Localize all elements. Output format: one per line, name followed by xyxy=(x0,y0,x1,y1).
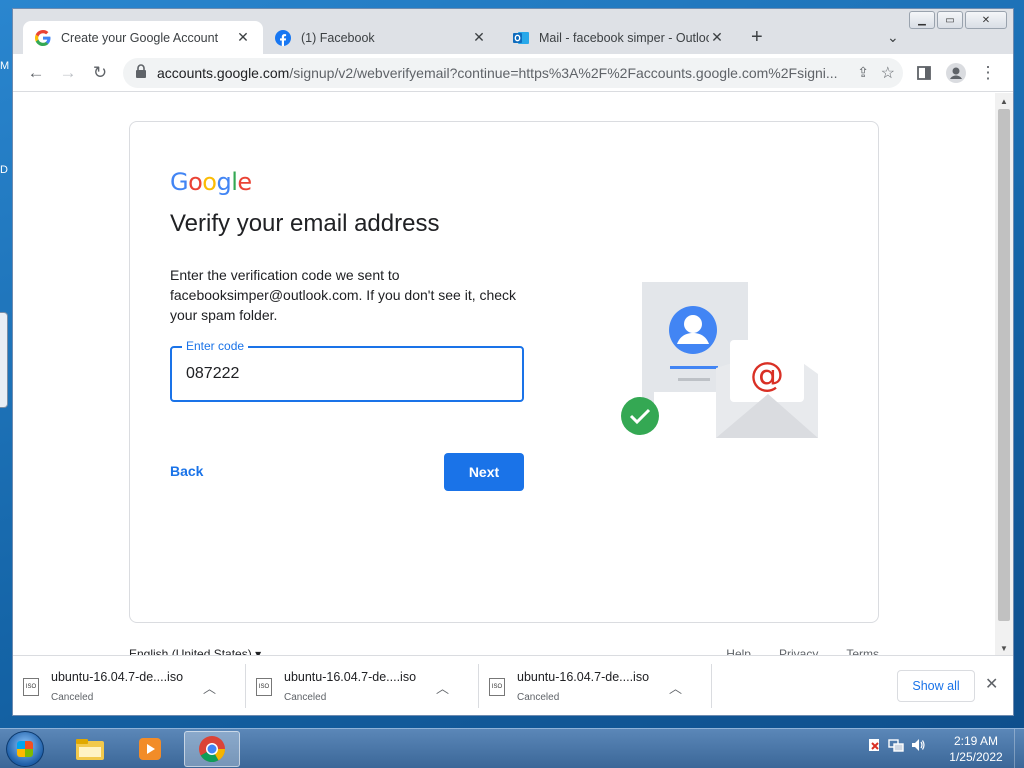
logo-letter: e xyxy=(237,168,252,196)
close-icon[interactable]: ✕ xyxy=(985,674,998,694)
desktop-icon-label-fragment: M xyxy=(0,60,10,72)
email-verification-illustration: @ xyxy=(586,282,826,457)
logo-letter: o xyxy=(202,168,217,196)
download-item[interactable]: ISO ubuntu-16.04.7-de....iso Canceled ︿ xyxy=(479,664,712,708)
privacy-link[interactable]: Privacy xyxy=(779,647,818,655)
instruction-text: Enter the verification code we sent to f… xyxy=(170,267,517,323)
logo-letter: g xyxy=(216,168,232,196)
tab-facebook[interactable]: (1) Facebook ✕ xyxy=(263,21,499,54)
help-link[interactable]: Help xyxy=(726,647,751,655)
download-status: Canceled xyxy=(51,692,94,703)
download-status: Canceled xyxy=(517,692,560,703)
scrollbar-thumb[interactable] xyxy=(998,109,1010,621)
star-icon[interactable]: ☆ xyxy=(881,63,895,83)
tab-title: Mail - facebook simper - Outlook xyxy=(539,30,709,45)
terms-link[interactable]: Terms xyxy=(846,647,879,655)
back-arrow-icon[interactable]: ← xyxy=(25,62,47,84)
network-icon[interactable] xyxy=(888,737,904,753)
download-status: Canceled xyxy=(284,692,327,703)
windows-taskbar: 2:19 AM 1/25/2022 xyxy=(0,728,1024,768)
back-button[interactable]: Back xyxy=(170,463,203,479)
show-desktop-button[interactable] xyxy=(1014,729,1024,768)
close-icon[interactable]: ✕ xyxy=(471,29,487,46)
page-scrollbar[interactable]: ▲ ▼ xyxy=(995,93,1013,655)
tab-strip: Create your Google Account ✕ (1) Faceboo… xyxy=(13,9,1013,54)
taskbar-clock[interactable]: 2:19 AM 1/25/2022 xyxy=(938,733,1014,765)
outlook-icon xyxy=(513,30,529,46)
share-icon[interactable]: ⇪ xyxy=(857,64,869,81)
more-menu-icon[interactable]: ⋮ xyxy=(977,62,999,84)
clock-time: 2:19 AM xyxy=(953,734,999,748)
profile-icon[interactable] xyxy=(945,62,967,84)
tab-title: Create your Google Account xyxy=(61,30,219,45)
window-controls: ▁ ▭ ✕ xyxy=(909,11,1007,29)
show-all-downloads-button[interactable]: Show all xyxy=(897,670,975,702)
background-window-edge xyxy=(0,312,8,408)
tab-outlook[interactable]: Mail - facebook simper - Outlook ✕ xyxy=(501,21,737,54)
chrome-icon[interactable] xyxy=(184,731,240,767)
window-close-button[interactable]: ✕ xyxy=(965,11,1007,29)
system-tray xyxy=(866,737,926,753)
chevron-up-icon[interactable]: ︿ xyxy=(436,678,449,697)
address-bar[interactable]: accounts.google.com/signup/v2/webverifye… xyxy=(123,58,903,88)
browser-toolbar: ← → ↻ accounts.google.com/signup/v2/webv… xyxy=(13,54,1013,92)
tab-google-account[interactable]: Create your Google Account ✕ xyxy=(23,21,263,54)
media-player-icon[interactable] xyxy=(122,731,178,767)
iso-file-icon: ISO xyxy=(23,678,39,696)
clock-date: 1/25/2022 xyxy=(949,750,1003,764)
download-filename: ubuntu-16.04.7-de....iso xyxy=(517,670,650,684)
iso-file-icon: ISO xyxy=(256,678,272,696)
side-panel-icon[interactable] xyxy=(913,62,935,84)
google-icon xyxy=(35,29,51,46)
signup-card: Google Verify your email address Enter t… xyxy=(129,121,879,623)
chevron-up-icon[interactable]: ︿ xyxy=(203,678,216,697)
code-field-label: Enter code xyxy=(182,339,249,353)
code-field[interactable]: Enter code xyxy=(170,339,524,402)
download-filename: ubuntu-16.04.7-de....iso xyxy=(284,670,417,684)
download-filename: ubuntu-16.04.7-de....iso xyxy=(51,670,184,684)
action-center-icon[interactable] xyxy=(866,737,882,753)
page-content: Google Verify your email address Enter t… xyxy=(13,93,995,655)
iso-file-icon: ISO xyxy=(489,678,505,696)
logo-letter: o xyxy=(188,168,203,196)
scroll-up-icon[interactable]: ▲ xyxy=(995,97,1013,106)
new-tab-button[interactable]: + xyxy=(751,27,763,47)
tab-title: (1) Facebook xyxy=(301,30,375,45)
url-text: accounts.google.com/signup/v2/webverifye… xyxy=(157,65,837,81)
lock-icon xyxy=(135,63,147,83)
verification-code-input[interactable] xyxy=(186,362,506,386)
file-explorer-icon[interactable] xyxy=(62,731,118,767)
facebook-icon xyxy=(275,29,291,46)
download-item[interactable]: ISO ubuntu-16.04.7-de....iso Canceled ︿ xyxy=(13,664,246,708)
chevron-up-icon[interactable]: ︿ xyxy=(669,678,682,697)
reload-icon[interactable]: ↻ xyxy=(89,62,111,84)
language-selector[interactable]: English (United States) ▾ xyxy=(129,647,261,655)
logo-letter: G xyxy=(170,168,189,196)
close-icon[interactable]: ✕ xyxy=(709,29,725,46)
desktop-icon-label-fragment: D xyxy=(0,164,8,176)
google-logo: Google xyxy=(170,168,252,196)
volume-icon[interactable] xyxy=(910,737,926,753)
start-button[interactable] xyxy=(6,731,44,767)
maximize-button[interactable]: ▭ xyxy=(937,11,963,29)
browser-window: Create your Google Account ✕ (1) Faceboo… xyxy=(12,8,1014,716)
download-item[interactable]: ISO ubuntu-16.04.7-de....iso Canceled ︿ xyxy=(246,664,479,708)
minimize-button[interactable]: ▁ xyxy=(909,11,935,29)
next-button[interactable]: Next xyxy=(444,453,524,491)
chevron-down-icon[interactable]: ⌄ xyxy=(887,29,899,46)
footer-links: Help Privacy Terms xyxy=(726,647,879,655)
downloads-bar: ISO ubuntu-16.04.7-de....iso Canceled ︿ … xyxy=(13,655,1013,715)
svg-text:@: @ xyxy=(750,355,784,395)
close-icon[interactable]: ✕ xyxy=(235,29,251,46)
page-title: Verify your email address xyxy=(170,210,440,237)
scroll-down-icon[interactable]: ▼ xyxy=(995,644,1013,653)
forward-arrow-icon[interactable]: → xyxy=(57,62,79,84)
